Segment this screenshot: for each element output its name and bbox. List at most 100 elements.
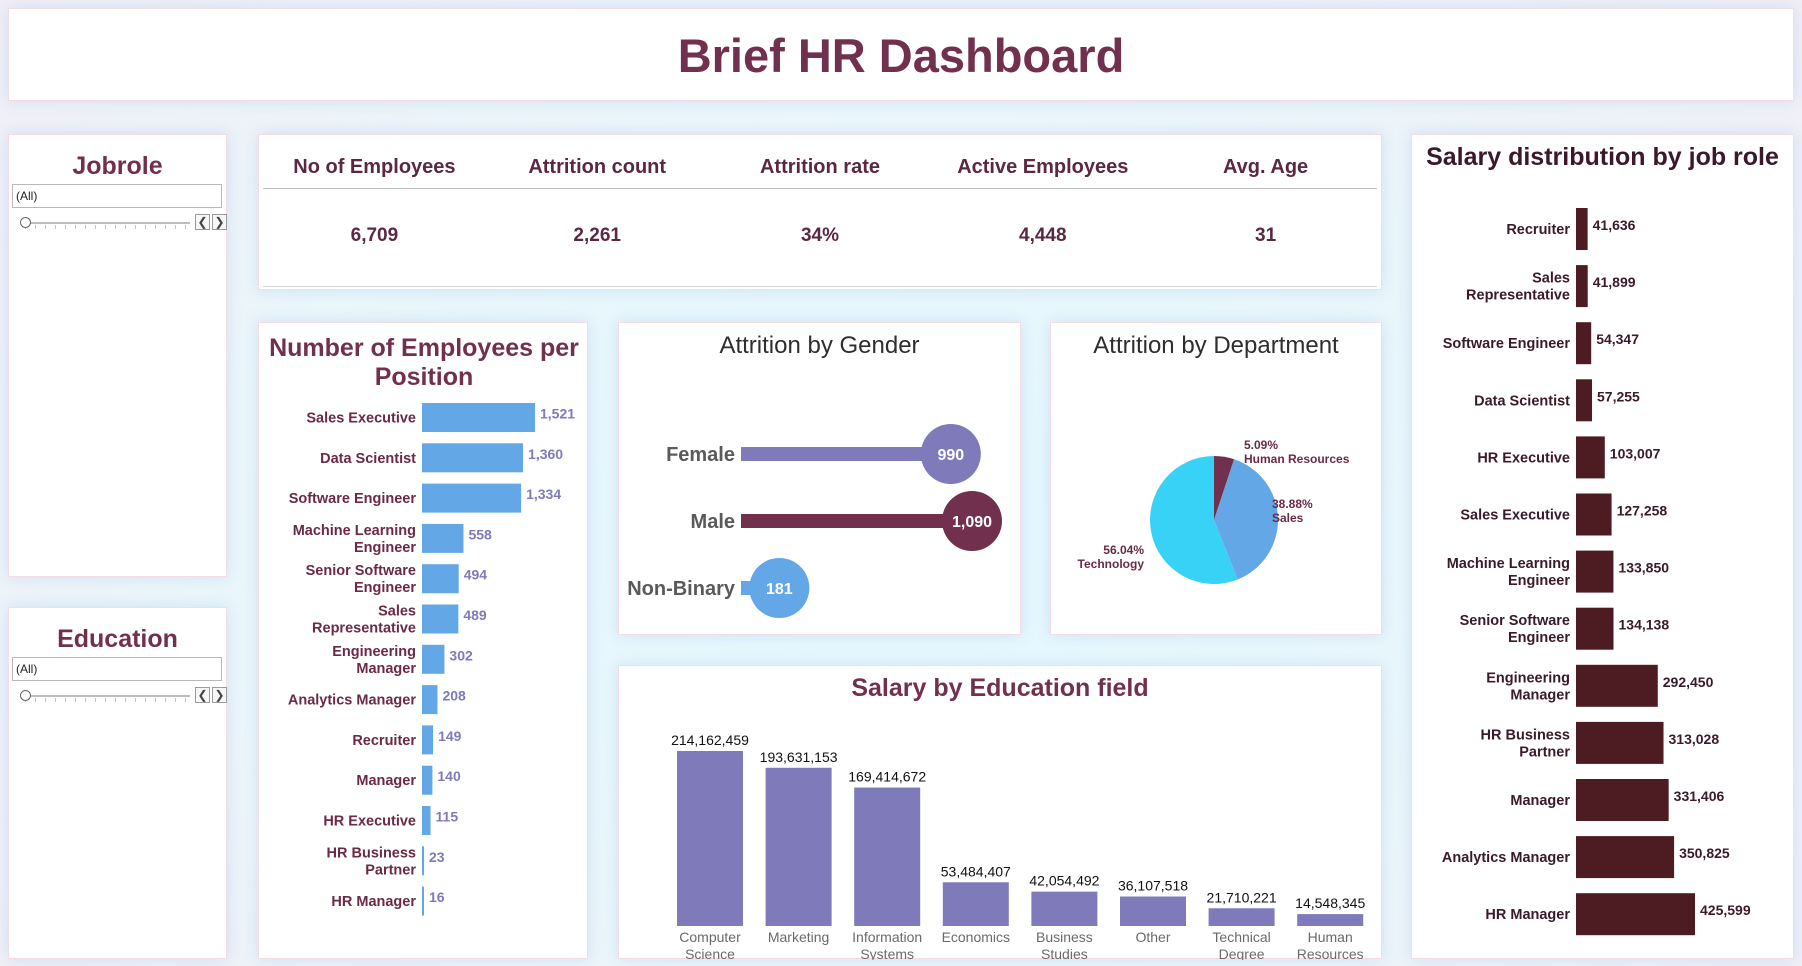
education-label: Marketing	[768, 929, 829, 945]
slider-thumb[interactable]	[20, 217, 31, 228]
education-label: Human	[1308, 929, 1353, 945]
position-label: Manager	[356, 773, 416, 789]
education-value-label: 36,107,518	[1118, 877, 1188, 893]
chart-title-line: Number of Employees per	[269, 334, 579, 362]
kpi-value: 6,709	[350, 225, 399, 246]
education-value-label: 193,631,153	[760, 749, 838, 765]
salary-value-label: 127,258	[1617, 503, 1668, 519]
chart-title: Salary by Education field	[851, 674, 1149, 702]
salary-value-label: 331,406	[1674, 788, 1725, 804]
kpi-label: Attrition count	[528, 156, 667, 178]
position-value-label: 1,334	[526, 486, 561, 502]
prev-arrow-icon[interactable]: ❮	[195, 687, 210, 703]
kpi-value-row: 6,709 2,261 34% 4,448 31	[263, 221, 1377, 251]
salary-bar	[1576, 379, 1593, 422]
gender-bar	[741, 514, 972, 528]
position-bar	[422, 846, 424, 876]
position-bar	[422, 564, 459, 594]
salary-bar	[1576, 607, 1614, 650]
education-slider[interactable]: ❮ ❯	[9, 685, 227, 707]
salary-bar	[1576, 550, 1614, 593]
position-label: Data Scientist	[320, 451, 416, 467]
salary-role-label: HR Business	[1481, 727, 1570, 743]
position-label: Sales Executive	[306, 411, 416, 427]
position-bar	[422, 604, 459, 634]
salary-by-job-role-panel: Salary distribution by job role Recruite…	[1411, 134, 1794, 959]
education-value-label: 53,484,407	[941, 863, 1011, 879]
position-label: Partner	[365, 862, 416, 878]
position-value-label: 1,521	[540, 406, 575, 422]
salary-bar	[1576, 322, 1592, 365]
salary-role-label: Manager	[1510, 793, 1570, 809]
position-bar	[422, 765, 433, 795]
salary-bar	[1576, 208, 1588, 250]
position-value-label: 16	[429, 889, 445, 905]
salary-value-label: 134,138	[1619, 617, 1670, 633]
next-arrow-icon[interactable]: ❯	[212, 214, 227, 230]
kpi-label: Attrition rate	[759, 156, 880, 178]
salary-role-label: Engineering	[1486, 670, 1570, 686]
education-bar	[677, 751, 743, 926]
education-value-label: 169,414,672	[848, 769, 926, 785]
position-value-label: 558	[468, 526, 492, 542]
education-label: Other	[1135, 929, 1170, 945]
attrition-by-department-panel: Attrition by Department 5.09% Human Resou…	[1050, 322, 1382, 635]
education-label: Degree	[1219, 946, 1265, 960]
salary-by-education-panel: Salary by Education field 214,162,459 Com…	[618, 665, 1382, 960]
position-bar	[422, 483, 522, 513]
salary-value-label: 103,007	[1610, 445, 1661, 461]
jobrole-slider[interactable]: ❮ ❯	[9, 212, 227, 234]
jobrole-filter-panel: Jobrole (All) ❮ ❯	[8, 134, 227, 577]
position-label: Engineer	[354, 540, 416, 556]
education-select[interactable]: (All)	[12, 657, 222, 681]
salary-role-label: Data Scientist	[1474, 393, 1570, 409]
position-bar	[422, 523, 464, 553]
salary-bar	[1576, 779, 1669, 821]
education-label: Business	[1036, 929, 1093, 945]
salary-bar	[1576, 721, 1664, 764]
gender-value-label: 181	[766, 581, 793, 598]
position-bar	[422, 403, 535, 432]
position-label: Manager	[356, 661, 416, 677]
position-value-label: 23	[429, 849, 445, 865]
salary-value-label: 133,850	[1618, 560, 1669, 576]
salary-bar	[1576, 664, 1658, 707]
kpi-header-row: No of Employees Attrition count Attritio…	[263, 152, 1377, 189]
jobrole-select[interactable]: (All)	[12, 184, 222, 208]
position-label: HR Manager	[331, 894, 416, 910]
position-value-label: 302	[449, 647, 473, 663]
gender-label: Male	[691, 511, 735, 533]
chart-title: Attrition by Department	[1093, 332, 1339, 359]
kpi-value: 4,448	[1019, 225, 1067, 246]
position-label: Software Engineer	[289, 491, 417, 507]
salary-value-label: 425,599	[1700, 902, 1751, 918]
salary-value-label: 350,825	[1679, 845, 1730, 861]
employees-per-position-chart: Number of Employees per Position Sales Ex…	[269, 334, 579, 916]
position-value-label: 208	[442, 688, 466, 704]
attrition-by-gender-panel: Attrition by Gender Female 990 Male 1,090 No…	[618, 322, 1021, 635]
kpi-label: Active Employees	[957, 156, 1129, 178]
position-bar	[422, 685, 438, 715]
education-label: Systems	[860, 946, 914, 960]
education-label: Science	[685, 946, 735, 960]
salary-value-label: 57,255	[1597, 388, 1640, 404]
salary-value-label: 41,636	[1593, 217, 1636, 233]
education-label: Studies	[1041, 946, 1088, 960]
next-arrow-icon[interactable]: ❯	[212, 687, 227, 703]
salary-role-label: Representative	[1466, 288, 1570, 304]
kpi-label: No of Employees	[293, 156, 456, 178]
kpi-value: 2,261	[573, 225, 621, 246]
salary-bar	[1576, 265, 1588, 308]
salary-role-label: Machine Learning	[1447, 556, 1570, 572]
slider-track	[25, 222, 190, 224]
kpi-panel: No of Employees Attrition count Attritio…	[258, 134, 1382, 290]
salary-bar	[1576, 493, 1612, 536]
kpi-value: 31	[1255, 225, 1277, 246]
salary-role-label: Engineer	[1508, 573, 1570, 589]
salary-role-label: Sales Executive	[1460, 508, 1570, 524]
slider-thumb[interactable]	[20, 690, 31, 701]
prev-arrow-icon[interactable]: ❮	[195, 214, 210, 230]
salary-role-label: Manager	[1510, 687, 1570, 703]
education-label: Economics	[942, 929, 1010, 945]
slider-ticks	[25, 225, 190, 229]
